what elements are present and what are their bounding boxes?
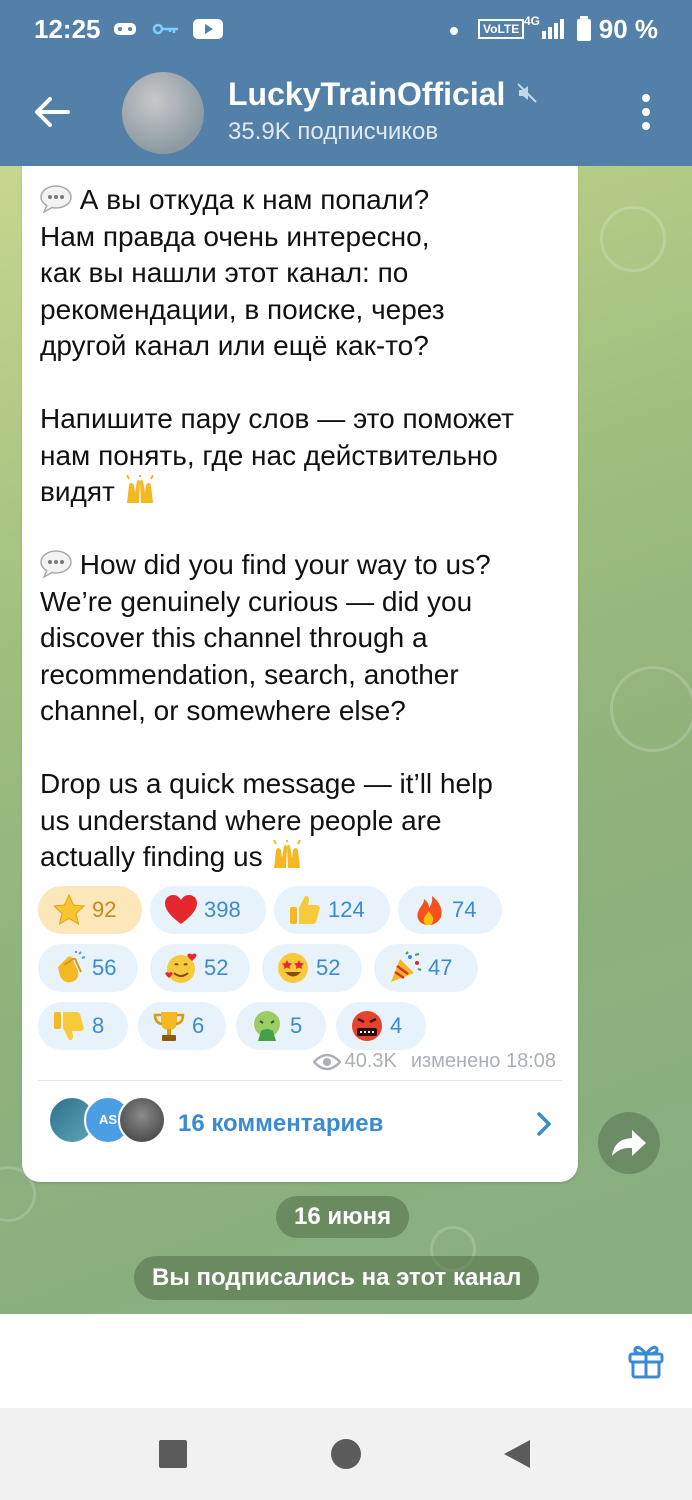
reaction-nauseated[interactable]: 5: [236, 1002, 326, 1050]
commenter-avatar: [118, 1096, 166, 1144]
reaction-party-popper[interactable]: 47: [374, 944, 478, 992]
date-separator: 16 июня: [276, 1196, 410, 1238]
speech-bubble-icon: [40, 550, 72, 578]
ru-paragraph-2: Напишите пару слов — это поможет нам пон…: [40, 403, 514, 507]
thumbs-down-icon: [54, 1012, 84, 1041]
divider: [38, 1080, 562, 1081]
heart-icon: [165, 895, 197, 924]
reaction-clapping[interactable]: 56: [38, 944, 138, 992]
reaction-fire[interactable]: 74: [398, 886, 502, 934]
en-paragraph-2: Drop us a quick message — it’ll help us …: [40, 768, 493, 872]
battery-icon: [577, 16, 591, 41]
system-back-icon[interactable]: [502, 1438, 532, 1470]
youtube-icon: [193, 19, 223, 39]
notification-dot-icon: [450, 27, 458, 35]
speech-bubble-icon: [40, 185, 72, 213]
wallpaper-doodle: [610, 666, 692, 752]
share-button[interactable]: [598, 1112, 660, 1174]
recents-button[interactable]: [159, 1440, 187, 1468]
reaction-heart[interactable]: 398: [150, 886, 266, 934]
home-button[interactable]: [331, 1439, 361, 1469]
clapping-hands-icon: [58, 951, 86, 983]
vomiting-face-icon: [254, 1011, 280, 1041]
status-bar: 12:25 VoLTE 4G 90 %: [0, 0, 692, 60]
gift-icon[interactable]: [626, 1340, 666, 1380]
star-struck-icon: [278, 953, 308, 983]
gamepad-icon: [114, 23, 136, 35]
channel-title[interactable]: LuckyTrainOfficial: [228, 76, 505, 113]
bottom-bar: [0, 1314, 692, 1408]
share-arrow-icon: [612, 1130, 646, 1156]
cursing-face-icon: [352, 1011, 382, 1041]
back-arrow-icon[interactable]: [30, 90, 74, 134]
raising-hands-icon: [273, 840, 302, 868]
trophy-icon: [153, 1012, 185, 1041]
chat-area[interactable]: А вы откуда к нам попали? Нам правда оче…: [0, 166, 692, 1314]
network-type-label: 4G: [524, 14, 541, 28]
smiling-face-with-hearts-icon: [165, 953, 197, 983]
reaction-cursing[interactable]: 4: [336, 1002, 426, 1050]
raising-hands-icon: [125, 475, 154, 503]
star-icon: [52, 893, 86, 926]
subscriber-count[interactable]: 35.9K подписчиков: [228, 118, 438, 146]
en-paragraph-1: How did you find your way to us? We’re g…: [40, 549, 491, 726]
reaction-thumbs-up[interactable]: 124: [274, 886, 390, 934]
signal-icon: [542, 19, 564, 39]
muted-icon: [517, 83, 537, 103]
battery-percent: 90 %: [598, 14, 658, 44]
edited-time: изменено 18:08: [410, 1050, 556, 1072]
more-menu-icon[interactable]: [630, 90, 662, 134]
fire-icon: [417, 896, 442, 925]
wallpaper-doodle: [600, 206, 666, 272]
comments-button[interactable]: AS 16 комментариев: [22, 1082, 578, 1162]
message-bubble[interactable]: А вы откуда к нам попали? Нам правда оче…: [22, 166, 578, 1182]
message-text: А вы откуда к нам попали? Нам правда оче…: [40, 182, 570, 876]
views-eye-icon: [312, 1053, 341, 1070]
reaction-thumbs-down[interactable]: 8: [38, 1002, 128, 1050]
chevron-right-icon: [537, 1112, 551, 1136]
status-time: 12:25: [34, 14, 101, 44]
chat-header: LuckyTrainOfficial 35.9K подписчиков: [0, 60, 692, 166]
ru-paragraph-1: А вы откуда к нам попали? Нам правда оче…: [40, 184, 445, 361]
reaction-star[interactable]: 92: [38, 886, 142, 934]
message-meta: 40.3K изменено 18:08: [312, 1050, 556, 1073]
service-message: Вы подписались на этот канал: [134, 1256, 540, 1300]
channel-avatar[interactable]: [122, 72, 204, 154]
views-count: 40.3K: [344, 1050, 397, 1072]
thumbs-up-icon: [290, 895, 320, 924]
android-nav-bar: [0, 1408, 692, 1500]
volte-icon: VoLTE: [478, 19, 525, 39]
party-popper-icon: [391, 951, 422, 982]
reaction-star-struck[interactable]: 52: [262, 944, 362, 992]
comments-count-label: 16 комментариев: [178, 1110, 384, 1137]
key-icon: [152, 23, 178, 35]
reaction-smiling-hearts[interactable]: 52: [150, 944, 250, 992]
reaction-trophy[interactable]: 6: [138, 1002, 226, 1050]
